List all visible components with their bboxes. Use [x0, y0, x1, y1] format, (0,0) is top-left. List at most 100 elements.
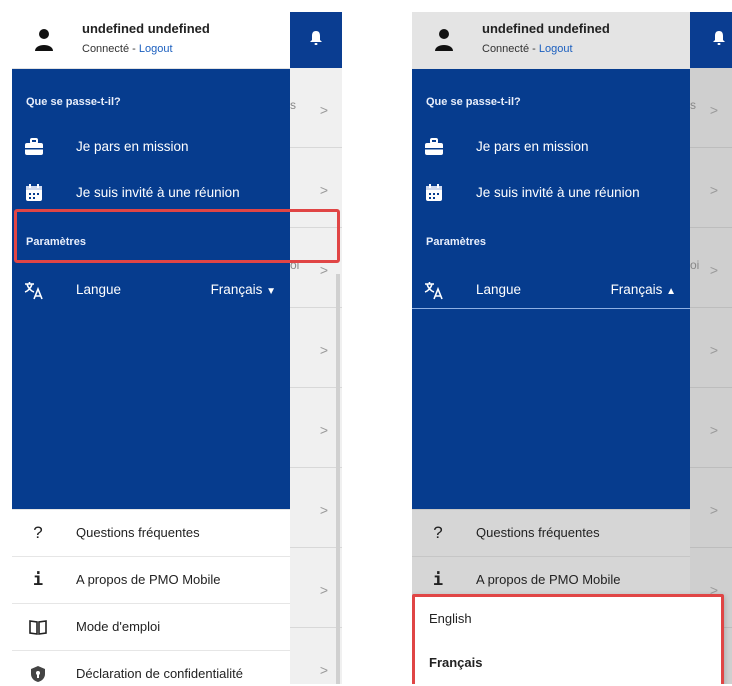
- highlight-box-language: [14, 209, 340, 263]
- menu-item-mission[interactable]: Je pars en mission: [412, 126, 690, 168]
- list-item-text-fragment: s: [290, 98, 296, 112]
- list-item[interactable]: s >: [690, 68, 732, 148]
- menu-item-mission[interactable]: Je pars en mission: [12, 126, 290, 168]
- menu-item-label: Mode d'emploi: [76, 619, 161, 634]
- menu-item-label: Je suis invité à une réunion: [76, 185, 240, 200]
- list-item[interactable]: >: [290, 468, 342, 548]
- language-select[interactable]: Français ▲: [611, 282, 676, 297]
- list-item[interactable]: >: [690, 148, 732, 228]
- menu-item-label: A propos de PMO Mobile: [76, 572, 221, 587]
- language-select[interactable]: Français ▼: [211, 282, 276, 297]
- bell-icon[interactable]: [309, 30, 323, 46]
- background-list: s > > oi > > > > >: [690, 12, 732, 684]
- chevron-right-icon: >: [319, 582, 328, 598]
- status-text: Connecté: [82, 43, 130, 55]
- language-value: Français: [210, 282, 263, 297]
- user-status: Connecté - Logout: [482, 43, 573, 55]
- list-item[interactable]: s >: [290, 68, 342, 148]
- menu-item-label: Questions fréquentes: [76, 525, 200, 540]
- drawer-menu: Que se passe-t-il? Je pars en mission Je…: [12, 69, 290, 509]
- chevron-right-icon: >: [709, 262, 718, 278]
- user-icon: [435, 29, 453, 51]
- language-option-english[interactable]: English: [429, 611, 472, 626]
- logout-link[interactable]: Logout: [139, 43, 173, 55]
- navigation-drawer: undefined undefined Connecté - Logout Qu…: [412, 12, 690, 684]
- chevron-right-icon: >: [319, 422, 328, 438]
- calendar-icon: [426, 184, 442, 201]
- list-item[interactable]: >: [290, 548, 342, 628]
- chevron-right-icon: >: [319, 342, 328, 358]
- list-item-text-fragment: s: [690, 98, 696, 112]
- section-title-events: Que se passe-t-il?: [426, 96, 521, 108]
- menu-item-meeting[interactable]: Je suis invité à une réunion: [12, 172, 290, 214]
- section-title-settings: Paramètres: [426, 236, 486, 248]
- list-item[interactable]: >: [290, 388, 342, 468]
- chevron-right-icon: >: [709, 502, 718, 518]
- chevron-right-icon: >: [319, 262, 328, 278]
- question-icon: ?: [433, 523, 443, 542]
- user-status: Connecté - Logout: [82, 43, 173, 55]
- screenshot-closed-dropdown: s > > oi > > > > > > undefined undefined…: [12, 12, 342, 684]
- info-icon: i: [32, 570, 44, 590]
- translate-icon: [424, 282, 443, 300]
- app-header: [690, 12, 732, 68]
- list-item[interactable]: >: [690, 388, 732, 468]
- chevron-right-icon: >: [709, 182, 718, 198]
- menu-item-label: Questions fréquentes: [476, 525, 600, 540]
- background-list: s > > oi > > > > > >: [290, 12, 342, 684]
- menu-item-label: Déclaration de confidentialité: [76, 666, 243, 681]
- section-title-events: Que se passe-t-il?: [26, 96, 121, 108]
- menu-item-about[interactable]: i A propos de PMO Mobile: [12, 556, 290, 603]
- user-name: undefined undefined: [482, 21, 610, 36]
- drawer-menu: Que se passe-t-il? Je pars en mission Je…: [412, 69, 690, 509]
- status-separator: -: [129, 43, 139, 55]
- book-icon: [29, 620, 47, 635]
- menu-item-faq[interactable]: ? Questions fréquentes: [12, 509, 290, 556]
- menu-item-meeting[interactable]: Je suis invité à une réunion: [412, 172, 690, 214]
- menu-item-faq[interactable]: ? Questions fréquentes: [412, 509, 690, 556]
- menu-item-privacy[interactable]: Déclaration de confidentialité: [12, 650, 290, 684]
- bell-icon[interactable]: [712, 30, 726, 46]
- chevron-right-icon: >: [319, 102, 328, 118]
- caret-up-icon: ▲: [666, 286, 676, 297]
- drawer-bottom-links: ? Questions fréquentes i A propos de PMO…: [412, 509, 690, 603]
- list-item[interactable]: >: [290, 308, 342, 388]
- screenshot-open-dropdown: s > > oi > > > > > undefined undefined C…: [412, 12, 732, 684]
- menu-item-label: Je pars en mission: [76, 139, 189, 154]
- list-item[interactable]: >: [690, 308, 732, 388]
- menu-item-label: Je suis invité à une réunion: [476, 185, 640, 200]
- drawer-bottom-links: ? Questions fréquentes i A propos de PMO…: [12, 509, 290, 684]
- menu-item-manual[interactable]: Mode d'emploi: [12, 603, 290, 650]
- language-dropdown-menu: English Français: [412, 594, 724, 684]
- user-name: undefined undefined: [82, 21, 210, 36]
- chevron-right-icon: >: [709, 102, 718, 118]
- list-item-text-fragment: oi: [690, 258, 700, 272]
- menu-item-label: A propos de PMO Mobile: [476, 572, 621, 587]
- scrollbar[interactable]: [336, 274, 340, 684]
- menu-item-language[interactable]: Langue Français ▼: [12, 269, 290, 311]
- language-option-francais[interactable]: Français: [429, 655, 482, 670]
- info-icon: i: [432, 570, 444, 590]
- user-header: undefined undefined Connecté - Logout: [412, 12, 690, 69]
- caret-down-icon: ▼: [266, 286, 276, 297]
- app-header: [290, 12, 342, 68]
- user-icon: [35, 29, 53, 51]
- status-separator: -: [529, 43, 539, 55]
- logout-link[interactable]: Logout: [539, 43, 573, 55]
- list-item[interactable]: >: [290, 628, 342, 684]
- briefcase-icon: [25, 138, 43, 155]
- select-underline: [412, 308, 690, 309]
- briefcase-icon: [425, 138, 443, 155]
- menu-item-language[interactable]: Langue Français ▲: [412, 269, 690, 311]
- question-icon: ?: [33, 523, 43, 542]
- list-item[interactable]: oi >: [690, 228, 732, 308]
- chevron-right-icon: >: [709, 342, 718, 358]
- status-text: Connecté: [482, 43, 530, 55]
- menu-item-label: Je pars en mission: [476, 139, 589, 154]
- chevron-right-icon: >: [319, 662, 328, 678]
- shield-icon: [31, 666, 45, 682]
- list-item[interactable]: >: [690, 468, 732, 548]
- language-label: Langue: [476, 282, 522, 297]
- language-value: Français: [610, 282, 663, 297]
- navigation-drawer: undefined undefined Connecté - Logout Qu…: [12, 12, 290, 684]
